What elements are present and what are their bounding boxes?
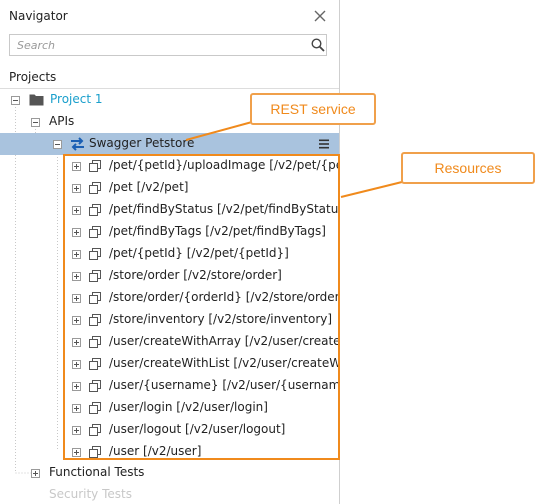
callout-resources-label: Resources [434,160,502,176]
rest-service-icon [71,137,84,151]
callout-resources: Resources [401,152,535,184]
functional-tests-label: Functional Tests [49,465,145,479]
apis-label: APIs [49,114,75,128]
collapse-icon[interactable] [31,118,40,127]
tree-item-swagger-petstore[interactable]: Swagger Petstore [0,133,339,155]
callout-rest-service: REST service [250,93,376,125]
resources-highlight [63,154,340,460]
collapse-icon[interactable] [53,140,62,149]
collapse-icon[interactable] [11,96,20,105]
callout-rest-service-label: REST service [270,101,356,117]
project-name: Project 1 [50,92,103,106]
menu-icon[interactable] [318,138,330,150]
security-tests-label: Security Tests [49,487,132,501]
tree-item-functional-tests[interactable]: Functional Tests [0,462,339,484]
expand-icon[interactable] [31,469,40,478]
service-name: Swagger Petstore [89,136,195,150]
folder-icon [29,94,44,106]
tree-item-security-tests[interactable]: Security Tests [0,484,339,504]
